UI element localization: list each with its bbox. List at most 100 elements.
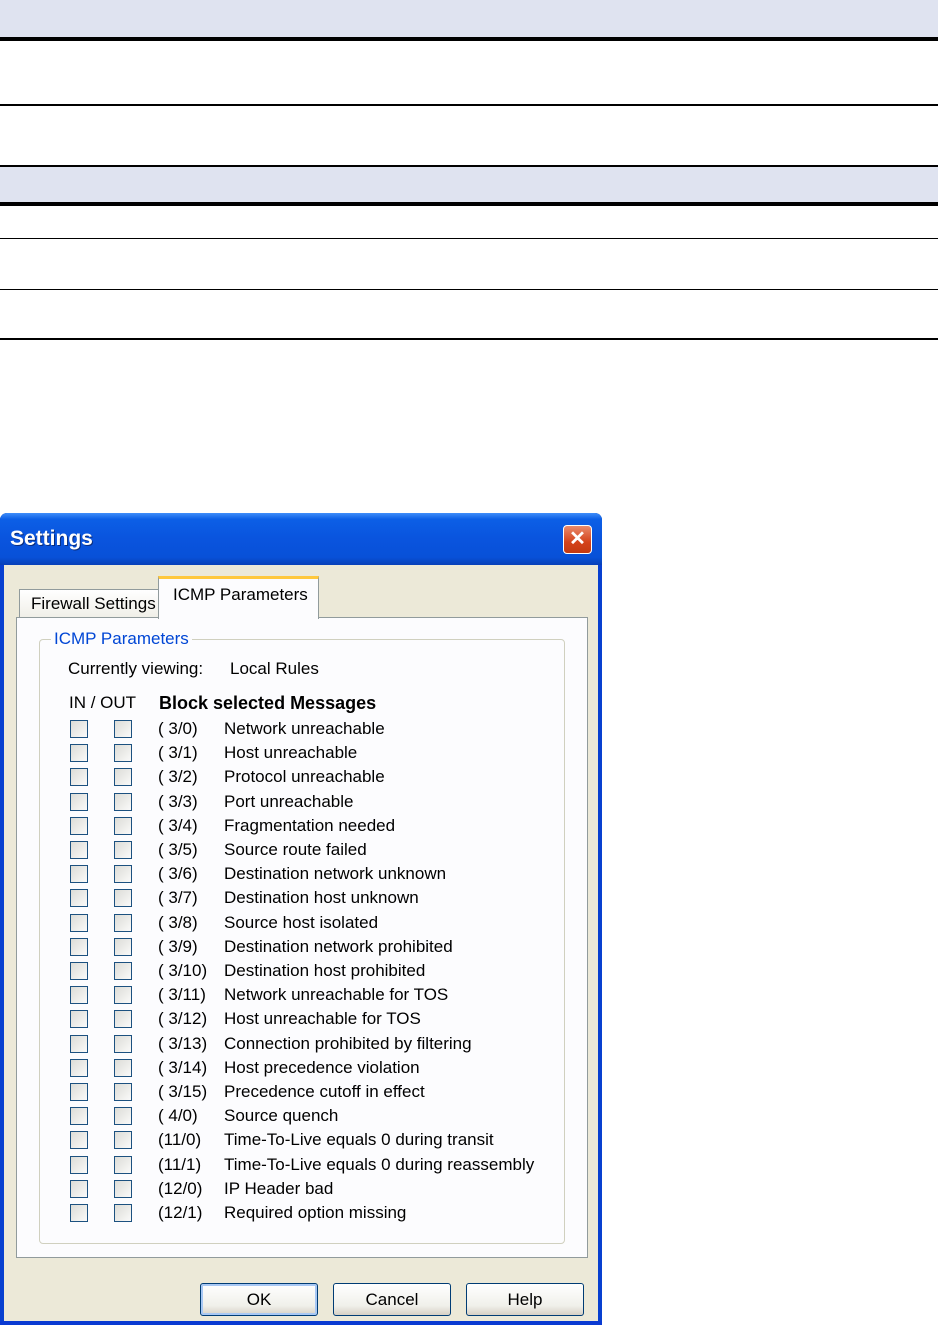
in-checkbox[interactable] xyxy=(70,986,88,1005)
list-item: ( 3/12) Host unreachable for TOS xyxy=(40,1007,560,1031)
in-checkbox[interactable] xyxy=(70,768,88,787)
out-checkbox[interactable] xyxy=(114,986,132,1005)
in-checkbox[interactable] xyxy=(70,1034,88,1053)
table-header-row xyxy=(0,167,938,202)
message-code: ( 3/2) xyxy=(158,767,198,787)
list-item: ( 3/13) Connection prohibited by filterin… xyxy=(40,1032,560,1056)
tab-label: Firewall Settings xyxy=(31,594,156,613)
out-checkbox[interactable] xyxy=(114,768,132,787)
out-checkbox[interactable] xyxy=(114,913,132,932)
message-code: ( 3/5) xyxy=(158,840,198,859)
message-code: ( 3/6) xyxy=(158,864,198,884)
in-out-header: IN / OUT xyxy=(69,693,137,712)
in-checkbox[interactable] xyxy=(70,792,88,811)
out-checkbox[interactable] xyxy=(114,1058,132,1077)
block-messages-header: Block selected Messages xyxy=(159,693,377,713)
close-icon: ✕ xyxy=(569,528,586,550)
out-checkbox[interactable] xyxy=(114,937,132,956)
message-code: ( 4/0) xyxy=(158,1106,198,1126)
table-row xyxy=(0,106,938,165)
viewing-value: Local Rules xyxy=(230,659,319,678)
in-checkbox[interactable] xyxy=(70,913,88,932)
out-checkbox[interactable] xyxy=(114,1034,132,1053)
list-item: ( 3/7) Destination host unknown xyxy=(40,886,560,910)
message-code: (11/0) xyxy=(158,1130,202,1150)
message-description: Required option missing xyxy=(224,1203,407,1222)
out-checkbox[interactable] xyxy=(114,1204,132,1222)
list-item: ( 4/0) Source quench xyxy=(40,1104,560,1128)
list-item: ( 3/3) Port unreachable xyxy=(40,790,560,814)
in-checkbox[interactable] xyxy=(70,889,88,908)
in-checkbox[interactable] xyxy=(70,865,88,884)
table-row xyxy=(0,239,938,289)
in-checkbox[interactable] xyxy=(70,816,88,835)
table-header-row xyxy=(0,0,938,38)
in-checkbox[interactable] xyxy=(70,1058,88,1077)
out-checkbox[interactable] xyxy=(114,962,132,980)
in-checkbox[interactable] xyxy=(70,1083,88,1101)
message-description: IP Header bad xyxy=(224,1178,334,1198)
message-description: Destination network unknown xyxy=(224,864,447,884)
in-checkbox[interactable] xyxy=(70,962,88,980)
in-checkbox[interactable] xyxy=(70,1107,88,1126)
out-checkbox[interactable] xyxy=(114,889,132,908)
message-description: Host unreachable xyxy=(224,743,358,763)
title-bar[interactable]: Settings ✕ xyxy=(0,513,602,565)
cancel-button[interactable]: Cancel xyxy=(333,1283,451,1316)
message-code: ( 3/4) xyxy=(158,815,198,835)
list-item: (11/1) Time-To-Live equals 0 during reass… xyxy=(40,1153,560,1177)
in-checkbox[interactable] xyxy=(70,841,88,859)
dialog-title: Settings xyxy=(10,527,93,550)
message-description: Port unreachable xyxy=(224,791,354,811)
tab-icmp-parameters[interactable]: ICMP Parameters xyxy=(158,576,319,619)
message-description: Destination host prohibited xyxy=(224,961,426,980)
out-checkbox[interactable] xyxy=(114,744,132,763)
tab-firewall-settings[interactable]: Firewall Settings xyxy=(19,589,160,617)
message-code: ( 3/9) xyxy=(158,936,198,956)
list-item: ( 3/4) Fragmentation needed xyxy=(40,814,560,838)
message-description: Destination host unknown xyxy=(224,888,419,908)
message-description: Source host isolated xyxy=(224,912,379,932)
out-checkbox[interactable] xyxy=(114,1107,132,1126)
table-rule xyxy=(0,338,938,340)
table-row xyxy=(0,41,938,104)
message-code: ( 3/15) xyxy=(158,1082,208,1101)
in-checkbox[interactable] xyxy=(70,744,88,763)
out-checkbox[interactable] xyxy=(114,816,132,835)
in-checkbox[interactable] xyxy=(70,1155,88,1174)
message-description: Destination network prohibited xyxy=(224,936,453,956)
close-button[interactable]: ✕ xyxy=(563,525,592,554)
out-checkbox[interactable] xyxy=(114,841,132,859)
out-checkbox[interactable] xyxy=(114,1010,132,1029)
message-code: ( 3/8) xyxy=(158,912,198,932)
currently-viewing: Currently viewing: Local Rules xyxy=(68,659,319,679)
message-description: Source route failed xyxy=(224,840,367,859)
message-code: ( 3/10) xyxy=(158,961,208,980)
out-checkbox[interactable] xyxy=(114,865,132,884)
in-checkbox[interactable] xyxy=(70,1010,88,1029)
in-checkbox[interactable] xyxy=(70,1204,88,1222)
group-title: ICMP Parameters xyxy=(51,629,192,649)
out-checkbox[interactable] xyxy=(114,1131,132,1150)
in-checkbox[interactable] xyxy=(70,937,88,956)
window-border-bottom xyxy=(0,1321,602,1325)
list-item: ( 3/5) Source route failed xyxy=(40,838,560,862)
in-checkbox[interactable] xyxy=(70,1179,88,1198)
out-checkbox[interactable] xyxy=(114,1155,132,1174)
help-button[interactable]: Help xyxy=(466,1283,584,1316)
out-checkbox[interactable] xyxy=(114,792,132,811)
message-description: Network unreachable xyxy=(224,719,385,738)
list-item: ( 3/6) Destination network unknown xyxy=(40,862,560,886)
ok-button[interactable]: OK xyxy=(200,1283,318,1316)
out-checkbox[interactable] xyxy=(114,720,132,738)
out-checkbox[interactable] xyxy=(114,1179,132,1198)
message-description: Fragmentation needed xyxy=(224,815,396,835)
list-item: ( 3/9) Destination network prohibited xyxy=(40,935,560,959)
message-description: Precedence cutoff in effect xyxy=(224,1082,425,1101)
in-checkbox[interactable] xyxy=(70,720,88,738)
in-checkbox[interactable] xyxy=(70,1131,88,1150)
message-code: ( 3/1) xyxy=(158,743,198,763)
list-item: (12/1) Required option missing xyxy=(40,1201,560,1225)
out-checkbox[interactable] xyxy=(114,1083,132,1101)
list-item: ( 3/8) Source host isolated xyxy=(40,911,560,935)
